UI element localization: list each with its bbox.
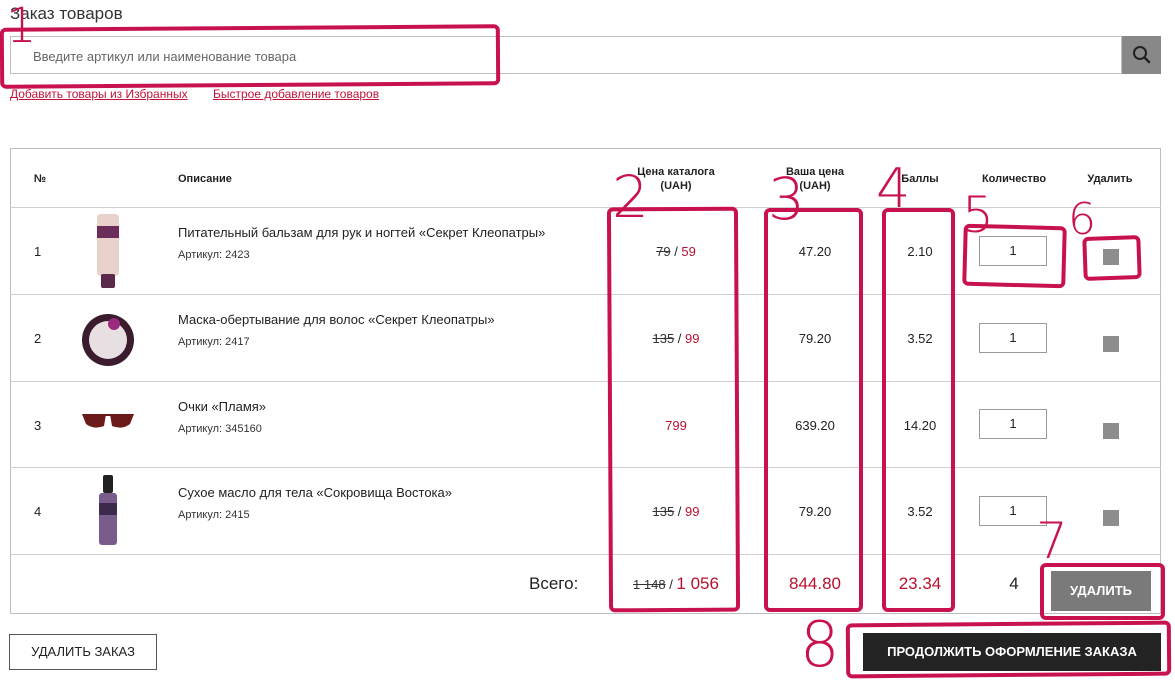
annotation-number-8: 8: [800, 608, 840, 681]
product-article: Артикул: 345160: [178, 423, 262, 435]
annotation-frame-2: [606, 206, 741, 613]
annotation-frame-8: [845, 620, 1172, 679]
product-image-body-oil: [99, 475, 117, 545]
product-name: Сухое масло для тела «Сокровища Востока»: [178, 485, 452, 500]
product-article: Артикул: 2415: [178, 509, 250, 521]
header-description: Описание: [178, 173, 232, 185]
delete-checkbox[interactable]: [1103, 510, 1119, 526]
row-number: 2: [34, 331, 42, 346]
product-article: Артикул: 2423: [178, 249, 250, 261]
totals-label: Всего:: [529, 574, 579, 593]
annotation-frame-4: [882, 208, 955, 612]
row-divider: [10, 381, 1161, 382]
quantity-input[interactable]: 1: [979, 409, 1047, 439]
row-number: 3: [34, 418, 42, 433]
product-name: Маска-обертывание для волос «Секрет Клео…: [178, 312, 495, 327]
header-number: №: [33, 173, 47, 185]
product-image-glasses: [82, 414, 134, 428]
annotation-number-4: 4: [876, 157, 911, 220]
totals-quantity: 4: [1009, 574, 1019, 593]
annotation-frame-1: [0, 24, 501, 89]
product-name: Очки «Пламя»: [178, 399, 267, 414]
search-button[interactable]: [1122, 36, 1161, 74]
header-delete: Удалить: [1087, 173, 1133, 185]
row-divider: [10, 467, 1161, 468]
product-article: Артикул: 2417: [178, 336, 250, 348]
delete-checkbox[interactable]: [1103, 423, 1119, 439]
row-divider: [10, 554, 1161, 555]
quick-add-link[interactable]: Быстрое добавление товаров: [213, 87, 379, 101]
header-quantity: Количество: [981, 173, 1047, 185]
annotation-number-7: 7: [1036, 512, 1068, 570]
row-divider: [10, 294, 1161, 295]
product-image-hand-balm: [97, 214, 119, 288]
row-number: 4: [34, 504, 42, 519]
product-name: Питательный бальзам для рук и ногтей «Се…: [178, 225, 546, 240]
annotation-number-2: 2: [612, 163, 649, 231]
add-from-favorites-link[interactable]: Добавить товары из Избранных: [10, 87, 188, 101]
annotation-frame-3: [764, 208, 863, 612]
annotation-frame-7: [1040, 563, 1165, 620]
product-image-hair-mask: [82, 314, 134, 366]
annotation-number-5: 5: [962, 186, 994, 244]
annotation-number-3: 3: [768, 165, 805, 233]
annotation-number-1: 1: [6, 0, 37, 54]
search-icon: [1133, 46, 1151, 64]
annotation-number-6: 6: [1068, 194, 1096, 245]
delete-order-button[interactable]: УДАЛИТЬ ЗАКАЗ: [9, 634, 157, 670]
delete-checkbox[interactable]: [1103, 336, 1119, 352]
row-number: 1: [34, 244, 42, 259]
quantity-input[interactable]: 1: [979, 323, 1047, 353]
